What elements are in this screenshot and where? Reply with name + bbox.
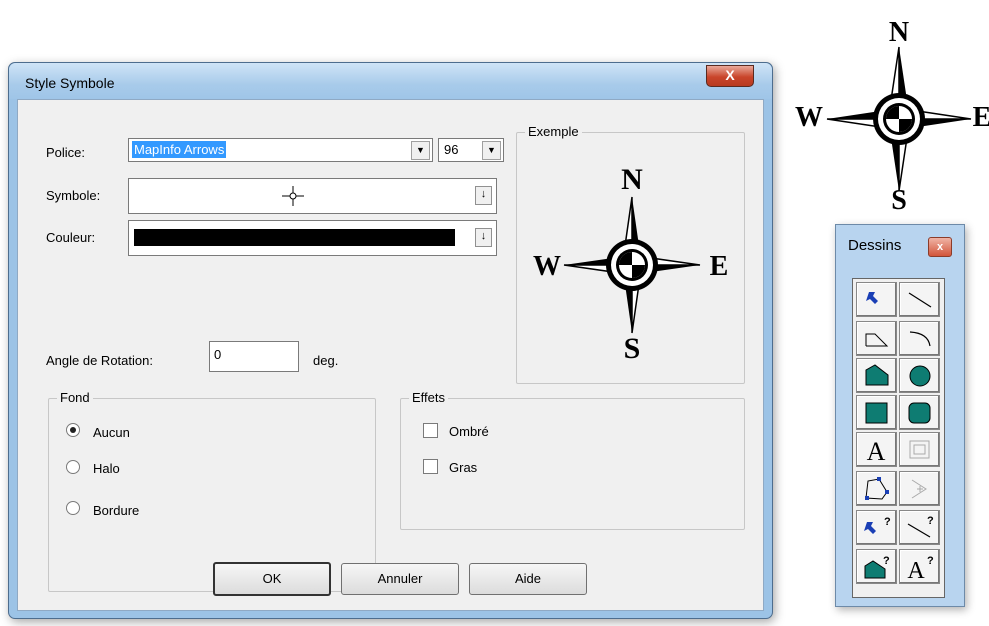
- help-button[interactable]: Aide: [469, 563, 587, 595]
- couleur-label: Couleur:: [46, 230, 96, 245]
- symbole-label: Symbole:: [46, 188, 101, 203]
- polygon-tool-icon[interactable]: [856, 358, 897, 393]
- fond-radio-aucun[interactable]: [66, 423, 80, 437]
- title-bar[interactable]: Style Symbole X: [9, 63, 772, 99]
- tool-grid: A ? ? ? A?: [852, 278, 945, 598]
- police-value: MapInfo Arrows: [132, 141, 227, 158]
- down-arrow-icon[interactable]: ↓: [475, 186, 492, 205]
- palette-close-button[interactable]: x: [928, 237, 952, 257]
- fond-option-halo: Halo: [93, 461, 120, 476]
- add-node-tool-icon[interactable]: [899, 471, 940, 506]
- couleur-picker[interactable]: ↓: [128, 220, 497, 256]
- police-dropdown[interactable]: MapInfo Arrows ▼: [128, 138, 433, 162]
- dialog-title: Style Symbole: [25, 75, 115, 91]
- down-arrow-icon[interactable]: ↓: [475, 228, 492, 247]
- color-swatch: [134, 229, 455, 246]
- close-button[interactable]: X: [706, 65, 754, 87]
- ellipse-tool-icon[interactable]: [899, 358, 940, 393]
- angle-input[interactable]: 0: [209, 341, 299, 372]
- polyline-tool-icon[interactable]: [856, 321, 897, 356]
- svg-text:?: ?: [884, 516, 891, 528]
- size-dropdown[interactable]: 96 ▼: [438, 138, 504, 162]
- line-tool-icon[interactable]: [899, 282, 940, 317]
- svg-text:A: A: [907, 558, 925, 583]
- size-value: 96: [444, 142, 459, 157]
- preview-west-label: W: [533, 251, 561, 282]
- gras-checkbox[interactable]: [423, 459, 438, 474]
- fond-option-aucun: Aucun: [93, 425, 130, 440]
- ok-button[interactable]: OK: [213, 562, 331, 596]
- chevron-down-icon[interactable]: ▼: [411, 141, 430, 160]
- symbol-style-icon[interactable]: ?: [856, 510, 897, 545]
- preview-south-label: S: [624, 332, 641, 365]
- compass-glyph-icon: [282, 186, 304, 206]
- dialog-body: Police: MapInfo Arrows ▼ 96 ▼ Symbole: ↓…: [17, 99, 764, 611]
- line-style-icon[interactable]: ?: [899, 510, 940, 545]
- compass-east-label: E: [973, 102, 989, 133]
- chevron-down-icon[interactable]: ▼: [482, 141, 501, 160]
- text-style-icon[interactable]: A?: [899, 549, 940, 584]
- ombre-checkbox[interactable]: [423, 423, 438, 438]
- effets-label: Effets: [409, 390, 449, 405]
- text-tool-icon[interactable]: A: [856, 432, 897, 467]
- preview-north-label: N: [621, 163, 643, 196]
- fond-radio-halo[interactable]: [66, 460, 80, 474]
- fond-radio-bordure[interactable]: [66, 501, 80, 515]
- effets-group: Effets Ombré Gras: [400, 390, 745, 530]
- svg-text:?: ?: [927, 555, 934, 567]
- gras-label: Gras: [449, 460, 478, 475]
- compass-rose-large: N S W E: [795, 3, 989, 216]
- svg-text:A: A: [867, 437, 886, 466]
- compass-north-label: N: [889, 17, 909, 48]
- compass-west-label: W: [795, 102, 823, 133]
- dessins-palette: Dessins x A ? ? ? A ?: [835, 224, 965, 607]
- style-symbole-dialog: Style Symbole X Police: MapInfo Arrows ▼…: [8, 62, 773, 619]
- preview-east-label: E: [710, 251, 729, 282]
- police-label: Police:: [46, 145, 86, 160]
- ombre-label: Ombré: [449, 424, 489, 439]
- rectangle-tool-icon[interactable]: [856, 395, 897, 430]
- angle-value: 0: [214, 347, 222, 362]
- svg-text:?: ?: [927, 515, 934, 527]
- symbol-tool-icon[interactable]: [856, 282, 897, 317]
- exemple-label: Exemple: [525, 124, 582, 139]
- frame-tool-icon[interactable]: [899, 432, 940, 467]
- svg-text:?: ?: [883, 555, 890, 567]
- arc-tool-icon[interactable]: [899, 321, 940, 356]
- compass-preview: N S W E: [533, 163, 729, 365]
- fond-option-bordure: Bordure: [93, 503, 140, 518]
- rounded-rectangle-tool-icon[interactable]: [899, 395, 940, 430]
- reshape-tool-icon[interactable]: [856, 471, 897, 506]
- palette-title: Dessins: [848, 237, 902, 254]
- angle-label: Angle de Rotation:: [46, 353, 153, 368]
- angle-unit: deg.: [313, 353, 339, 368]
- region-style-icon[interactable]: ?: [856, 549, 897, 584]
- fond-label: Fond: [57, 390, 93, 405]
- symbole-picker[interactable]: ↓: [128, 178, 497, 214]
- cancel-button[interactable]: Annuler: [341, 563, 459, 595]
- exemple-group: Exemple N S W E: [516, 124, 745, 384]
